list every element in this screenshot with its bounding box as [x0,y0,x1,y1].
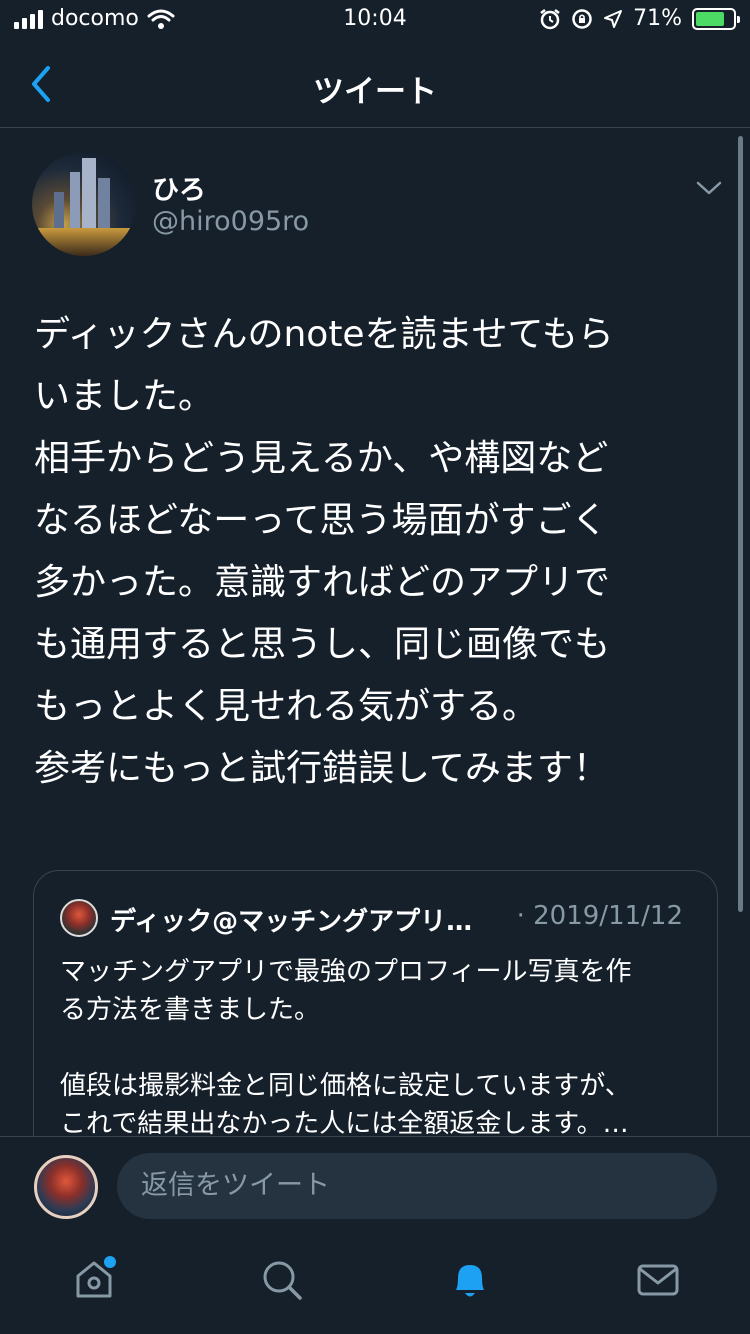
home-notification-dot [104,1256,116,1268]
search-icon[interactable] [258,1256,306,1304]
location-icon [604,9,623,28]
tab-bar [0,1236,750,1334]
status-bar: docomo 10:04 71% [0,0,750,40]
status-right: 71% [539,6,740,31]
author-display-name[interactable]: ひろ [152,168,206,207]
rotation-lock-icon [572,8,592,29]
notifications-icon[interactable] [446,1256,494,1304]
scrollbar[interactable] [738,136,743,912]
messages-icon[interactable] [634,1256,682,1304]
page-title: ツイート [313,74,437,110]
author-handle[interactable]: @hiro095ro [152,206,309,237]
reply-bar: 返信をツイート [0,1136,750,1236]
battery-icon [692,7,740,30]
quoted-author-avatar [60,899,98,937]
current-user-avatar[interactable] [34,1155,98,1219]
battery-percent: 71% [633,6,682,31]
tweet-text: ディックさんのnoteを読ませてもら いました。 相手からどう見えるか、や構図な… [34,314,614,789]
alarm-icon [540,8,560,29]
quoted-tweet-date: · 2019/11/12 [516,901,683,931]
chevron-down-icon[interactable] [693,176,725,200]
quoted-tweet-card[interactable]: ディック@マッチングアプリ… · 2019/11/12 マッチングアプリで最強の… [33,870,718,1170]
quoted-tweet-text: マッチングアプリで最強のプロフィール写真を作 る方法を書きました。 値段は撮影料… [60,957,632,1139]
quoted-author-name: ディック@マッチングアプリ… [110,907,473,937]
reply-input[interactable]: 返信をツイート [117,1153,717,1219]
author-avatar[interactable] [32,152,136,256]
nav-header: ツイート [0,40,750,128]
